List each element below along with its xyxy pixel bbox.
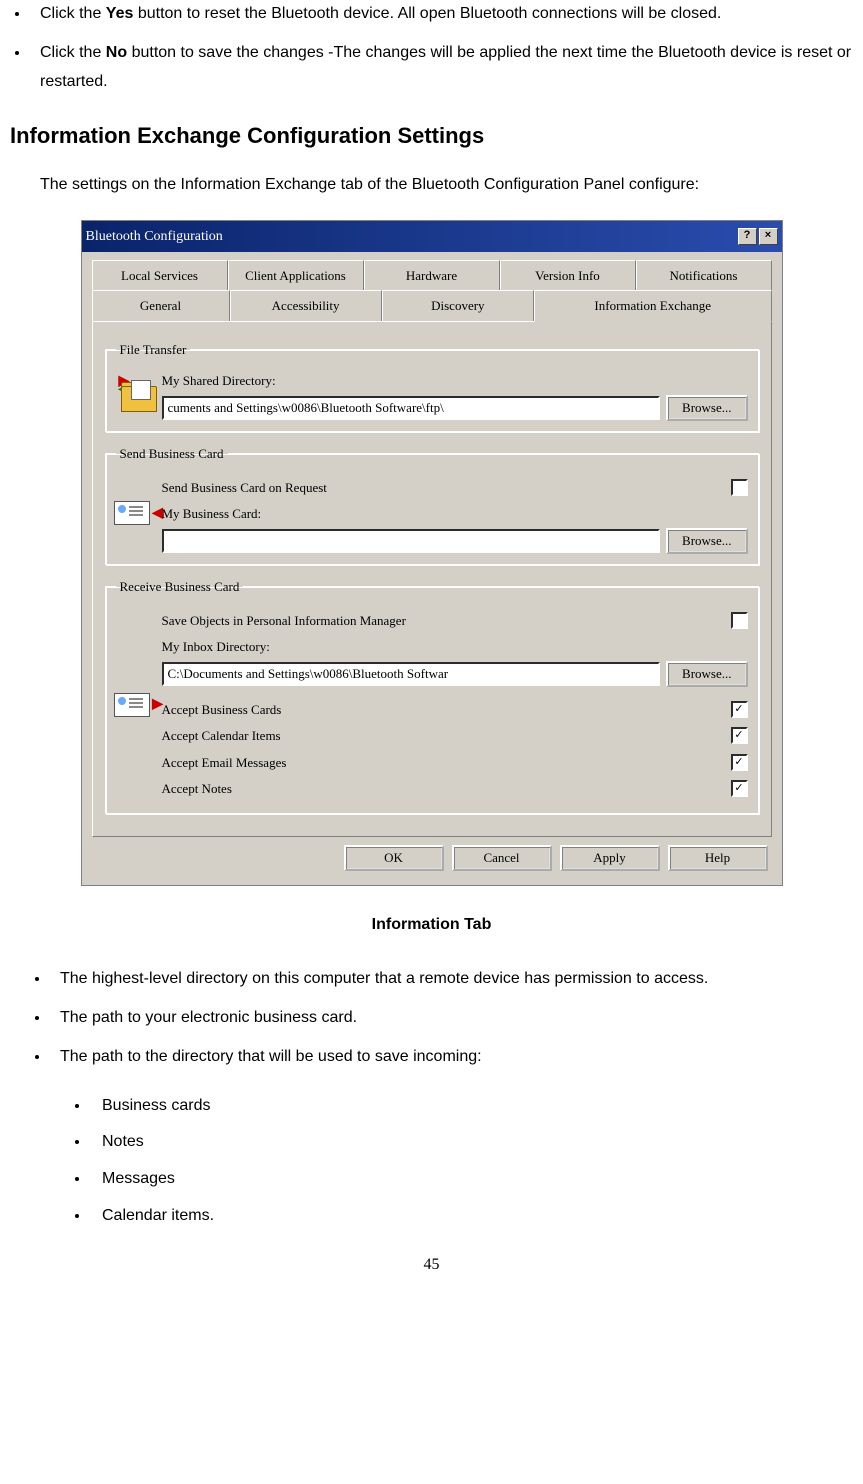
tab-local-services[interactable]: Local Services — [92, 260, 228, 290]
shared-dir-input[interactable] — [162, 396, 661, 420]
bullet-item: The path to the directory that will be u… — [50, 1043, 853, 1072]
receive-card-legend: Receive Business Card — [116, 575, 244, 598]
figure-caption: Information Tab — [10, 911, 853, 940]
help-button[interactable]: ? — [738, 228, 757, 245]
accept-notes-label: Accept Notes — [162, 777, 731, 800]
inbox-dir-input[interactable] — [162, 662, 661, 686]
titlebar: Bluetooth Configuration ? × — [82, 221, 782, 252]
save-pim-label: Save Objects in Personal Information Man… — [162, 609, 731, 632]
accept-email-label: Accept Email Messages — [162, 751, 731, 774]
text: Click the — [40, 5, 106, 22]
bluetooth-config-dialog: Bluetooth Configuration ? × Local Servic… — [81, 220, 783, 887]
help-button[interactable]: Help — [668, 845, 768, 871]
card-send-icon: ◀ — [116, 501, 162, 526]
titlebar-text: Bluetooth Configuration — [86, 224, 736, 249]
accept-calendar-checkbox[interactable]: ✓ — [731, 727, 748, 744]
save-pim-checkbox[interactable] — [731, 612, 748, 629]
bullet-item: The path to your electronic business car… — [50, 1004, 853, 1033]
tab-accessibility[interactable]: Accessibility — [230, 290, 382, 320]
top-bullet-list: Click the Yes button to reset the Blueto… — [30, 0, 853, 96]
tab-version-info[interactable]: Version Info — [500, 260, 636, 290]
bullet-item: Messages — [90, 1165, 853, 1194]
folder-share-icon: ▶◀ — [116, 378, 162, 412]
my-card-label: My Business Card: — [162, 502, 748, 525]
text: Click the — [40, 44, 106, 61]
bullet-item: Calendar items. — [90, 1202, 853, 1231]
close-button[interactable]: × — [759, 228, 778, 245]
tab-hardware[interactable]: Hardware — [364, 260, 500, 290]
file-transfer-group: File Transfer ▶◀ My Shared Directory: — [105, 338, 759, 432]
tab-client-applications[interactable]: Client Applications — [228, 260, 364, 290]
bullet-item: Click the No button to save the changes … — [30, 39, 853, 97]
mid-bullet-list: The highest-level directory on this comp… — [50, 965, 853, 1071]
accept-cards-checkbox[interactable]: ✓ — [731, 701, 748, 718]
dialog-body: Local Services Client Applications Hardw… — [82, 252, 782, 885]
send-on-request-label: Send Business Card on Request — [162, 476, 731, 499]
bullet-item: Business cards — [90, 1092, 853, 1121]
intro-text: The settings on the Information Exchange… — [40, 171, 853, 200]
send-card-legend: Send Business Card — [116, 442, 228, 465]
receive-card-group: Receive Business Card ▶ Save Objects in … — [105, 575, 759, 815]
apply-button[interactable]: Apply — [560, 845, 660, 871]
inbox-dir-label: My Inbox Directory: — [162, 635, 748, 658]
cancel-button[interactable]: Cancel — [452, 845, 552, 871]
tab-notifications[interactable]: Notifications — [636, 260, 772, 290]
browse-button[interactable]: Browse... — [666, 528, 747, 554]
bold: Yes — [106, 5, 134, 22]
accept-notes-checkbox[interactable]: ✓ — [731, 780, 748, 797]
browse-button[interactable]: Browse... — [666, 661, 747, 687]
shared-dir-label: My Shared Directory: — [162, 369, 748, 392]
section-heading: Information Exchange Configuration Setti… — [10, 116, 853, 156]
tab-information-exchange[interactable]: Information Exchange — [534, 290, 772, 321]
send-on-request-checkbox[interactable] — [731, 479, 748, 496]
send-card-group: Send Business Card ◀ Send Business Card … — [105, 442, 759, 565]
accept-calendar-label: Accept Calendar Items — [162, 724, 731, 747]
my-card-input[interactable] — [162, 529, 661, 553]
tabs-back-row: Local Services Client Applications Hardw… — [92, 260, 772, 290]
tab-panel: File Transfer ▶◀ My Shared Directory: — [92, 321, 772, 838]
dialog-button-row: OK Cancel Apply Help — [92, 837, 772, 875]
tab-discovery[interactable]: Discovery — [382, 290, 534, 320]
bullet-item: The highest-level directory on this comp… — [50, 965, 853, 994]
sub-bullet-list: Business cards Notes Messages Calendar i… — [90, 1092, 853, 1231]
ok-button[interactable]: OK — [344, 845, 444, 871]
card-receive-icon: ▶ — [116, 692, 162, 717]
accept-cards-label: Accept Business Cards — [162, 698, 731, 721]
browse-button[interactable]: Browse... — [666, 395, 747, 421]
bullet-item: Click the Yes button to reset the Blueto… — [30, 0, 853, 29]
tabs-front-row: General Accessibility Discovery Informat… — [92, 290, 772, 320]
file-transfer-legend: File Transfer — [116, 338, 191, 361]
bullet-item: Notes — [90, 1128, 853, 1157]
bold: No — [106, 44, 127, 61]
page-number: 45 — [10, 1251, 853, 1280]
text: button to save the changes -The changes … — [40, 44, 851, 90]
tab-general[interactable]: General — [92, 290, 230, 320]
accept-email-checkbox[interactable]: ✓ — [731, 754, 748, 771]
text: button to reset the Bluetooth device. Al… — [133, 5, 721, 22]
